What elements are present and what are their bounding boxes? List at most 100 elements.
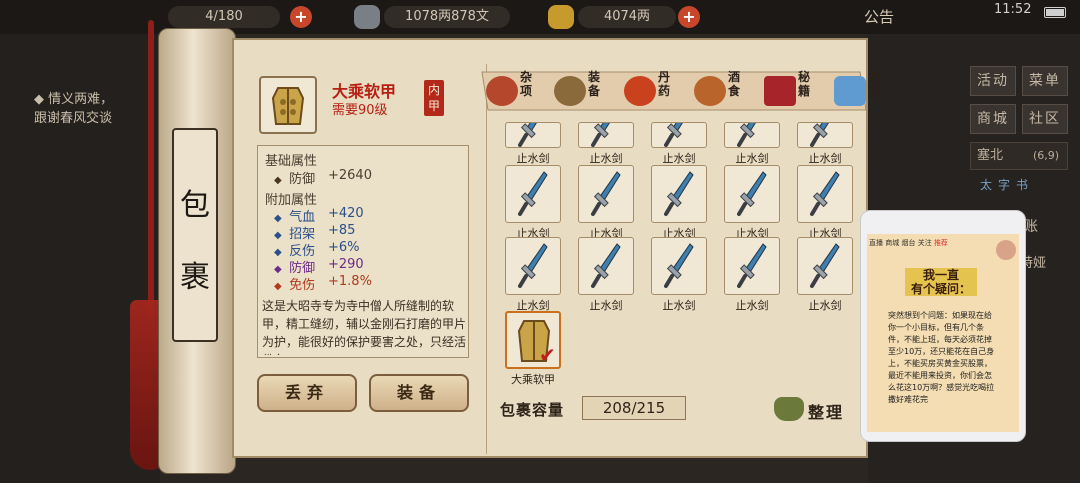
video-nav-item[interactable]: 关注 — [918, 239, 932, 247]
add-bag-button[interactable]: + — [290, 6, 312, 28]
side-button-1[interactable]: 账 — [1024, 216, 1038, 236]
tab-pills-label: 丹药 — [658, 70, 671, 98]
map-tab-row[interactable]: 太字书 — [980, 176, 1034, 193]
silver-amount: 1078两878文 — [405, 9, 489, 24]
activity-button[interactable]: 活动 — [970, 66, 1016, 96]
video-nav-item[interactable]: 烟台 — [901, 239, 915, 247]
panel-divider — [486, 64, 487, 454]
quest-line-1: ◆ 情义两难， — [34, 92, 114, 107]
map-tab-2[interactable]: 字 — [998, 178, 1016, 192]
gold-amount: 4074两 — [603, 9, 651, 24]
attr-value: +420 — [328, 206, 364, 221]
inventory-slot[interactable] — [797, 237, 853, 295]
video-nav-item[interactable]: 直播 — [869, 239, 883, 247]
video-title-line-2: 有个疑问： — [910, 282, 971, 296]
inventory-slot[interactable] — [797, 165, 853, 223]
item-requirement: 需要90级 — [332, 103, 388, 118]
shop-button[interactable]: 商城 — [970, 104, 1016, 134]
attr-name: 防御 — [289, 172, 316, 187]
sword-icon — [518, 171, 548, 216]
video-nav-item[interactable]: 商城 — [885, 239, 899, 247]
inventory-slot[interactable] — [797, 122, 853, 148]
attr-value: +1.8% — [328, 274, 372, 289]
tab-misc[interactable]: 杂项 — [480, 70, 538, 112]
gold-icon — [548, 5, 574, 29]
sort-label: 整理 — [808, 403, 845, 422]
jar-icon — [486, 76, 518, 106]
video-caption: 突然想到个问题：如果现在给你一个小目标，但有几个条件，不能上班，每天必须花掉至少… — [888, 311, 995, 404]
location-name: 塞北 — [977, 148, 1004, 163]
inventory-slot[interactable] — [651, 122, 707, 148]
wine-food-icon — [694, 76, 726, 106]
quest-tracker[interactable]: ◆ 情义两难， 跟谢春风交谈 — [34, 90, 113, 128]
avatar[interactable] — [996, 240, 1016, 260]
tab-food[interactable]: 酒食 — [688, 70, 746, 112]
crystal-icon — [834, 76, 866, 106]
sword-icon — [591, 171, 621, 216]
checkmark-icon: ✔ — [539, 343, 556, 367]
inventory-slot[interactable] — [505, 237, 561, 295]
inventory-slot[interactable] — [724, 122, 780, 148]
weapons-icon — [554, 76, 586, 106]
tab-materials[interactable]: 材料 — [828, 70, 886, 112]
time-text: 11:52 — [994, 2, 1032, 17]
gold-display: 4074两 — [578, 6, 676, 28]
equip-label: 装备 — [396, 383, 441, 402]
menu-button[interactable]: 菜单 — [1022, 66, 1068, 96]
map-tab-3[interactable]: 书 — [1016, 178, 1034, 192]
add-gold-button[interactable]: + — [678, 6, 700, 28]
tab-equipment[interactable]: 装备 — [548, 70, 606, 112]
tab-misc-label: 杂项 — [520, 70, 533, 98]
inventory-slot[interactable] — [505, 122, 561, 148]
sword-icon — [737, 123, 756, 147]
sword-icon — [518, 123, 537, 147]
base-attr-row: ◆ 防御 +2640 — [274, 168, 372, 187]
equip-button[interactable]: 装备 — [369, 374, 469, 412]
item-type-seal: 内甲 — [424, 80, 444, 116]
sword-icon — [664, 171, 694, 216]
money-bag-icon — [774, 397, 804, 421]
inventory-slot[interactable] — [578, 237, 634, 295]
inventory-slot-label: 止水剑 — [808, 152, 842, 165]
inventory-slot[interactable] — [651, 237, 707, 295]
sword-icon — [664, 243, 694, 288]
attr-value: +2640 — [328, 168, 372, 183]
tab-pills[interactable]: 丹药 — [618, 70, 676, 112]
inventory-slot[interactable] — [651, 165, 707, 223]
tab-manuals[interactable]: 秘籍 — [758, 70, 816, 112]
pills-icon — [624, 76, 656, 106]
attr-value: +6% — [328, 240, 360, 255]
shop-label: 商城 — [977, 111, 1009, 127]
scroll-label-plate — [172, 128, 218, 342]
inventory-slot[interactable] — [724, 237, 780, 295]
location-panel: 塞北 (6,9) — [970, 142, 1068, 170]
video-title: 我一直 有个疑问： — [905, 268, 977, 296]
inventory-slot-label: 止水剑 — [662, 299, 696, 312]
quest-line-2: 跟谢春风交谈 — [34, 111, 113, 126]
announcement-button[interactable]: 公告 — [864, 6, 894, 27]
discard-button[interactable]: 丢弃 — [257, 374, 357, 412]
video-nav-item-active[interactable]: 推荐 — [934, 239, 948, 247]
inventory-slot[interactable] — [724, 165, 780, 223]
battery-icon — [1044, 7, 1066, 18]
sort-button[interactable]: 整理 — [772, 394, 848, 424]
inventory-slot[interactable] — [505, 165, 561, 223]
inventory-slot[interactable] — [578, 165, 634, 223]
diamond-bullet-icon: ◆ — [274, 175, 282, 186]
sword-icon — [664, 123, 683, 147]
silver-icon — [354, 5, 380, 29]
inventory-slot-label: 止水剑 — [589, 299, 623, 312]
inventory-slot-label: 止水剑 — [516, 152, 550, 165]
sword-icon — [591, 243, 621, 288]
sword-icon — [810, 243, 840, 288]
capacity-value: 208/215 — [582, 396, 686, 420]
video-nav[interactable]: 直播 商城 烟台 关注 推荐 — [869, 238, 999, 248]
bag-count: 4/180 — [205, 9, 243, 24]
capacity-label: 包裹容量 — [500, 401, 565, 419]
map-tab-1[interactable]: 太 — [980, 178, 998, 192]
inventory-slot[interactable] — [578, 122, 634, 148]
inventory-slot[interactable]: ✔ — [505, 311, 561, 369]
sword-icon — [518, 243, 548, 288]
inventory-slot-label: 止水剑 — [662, 152, 696, 165]
community-button[interactable]: 社区 — [1022, 104, 1068, 134]
